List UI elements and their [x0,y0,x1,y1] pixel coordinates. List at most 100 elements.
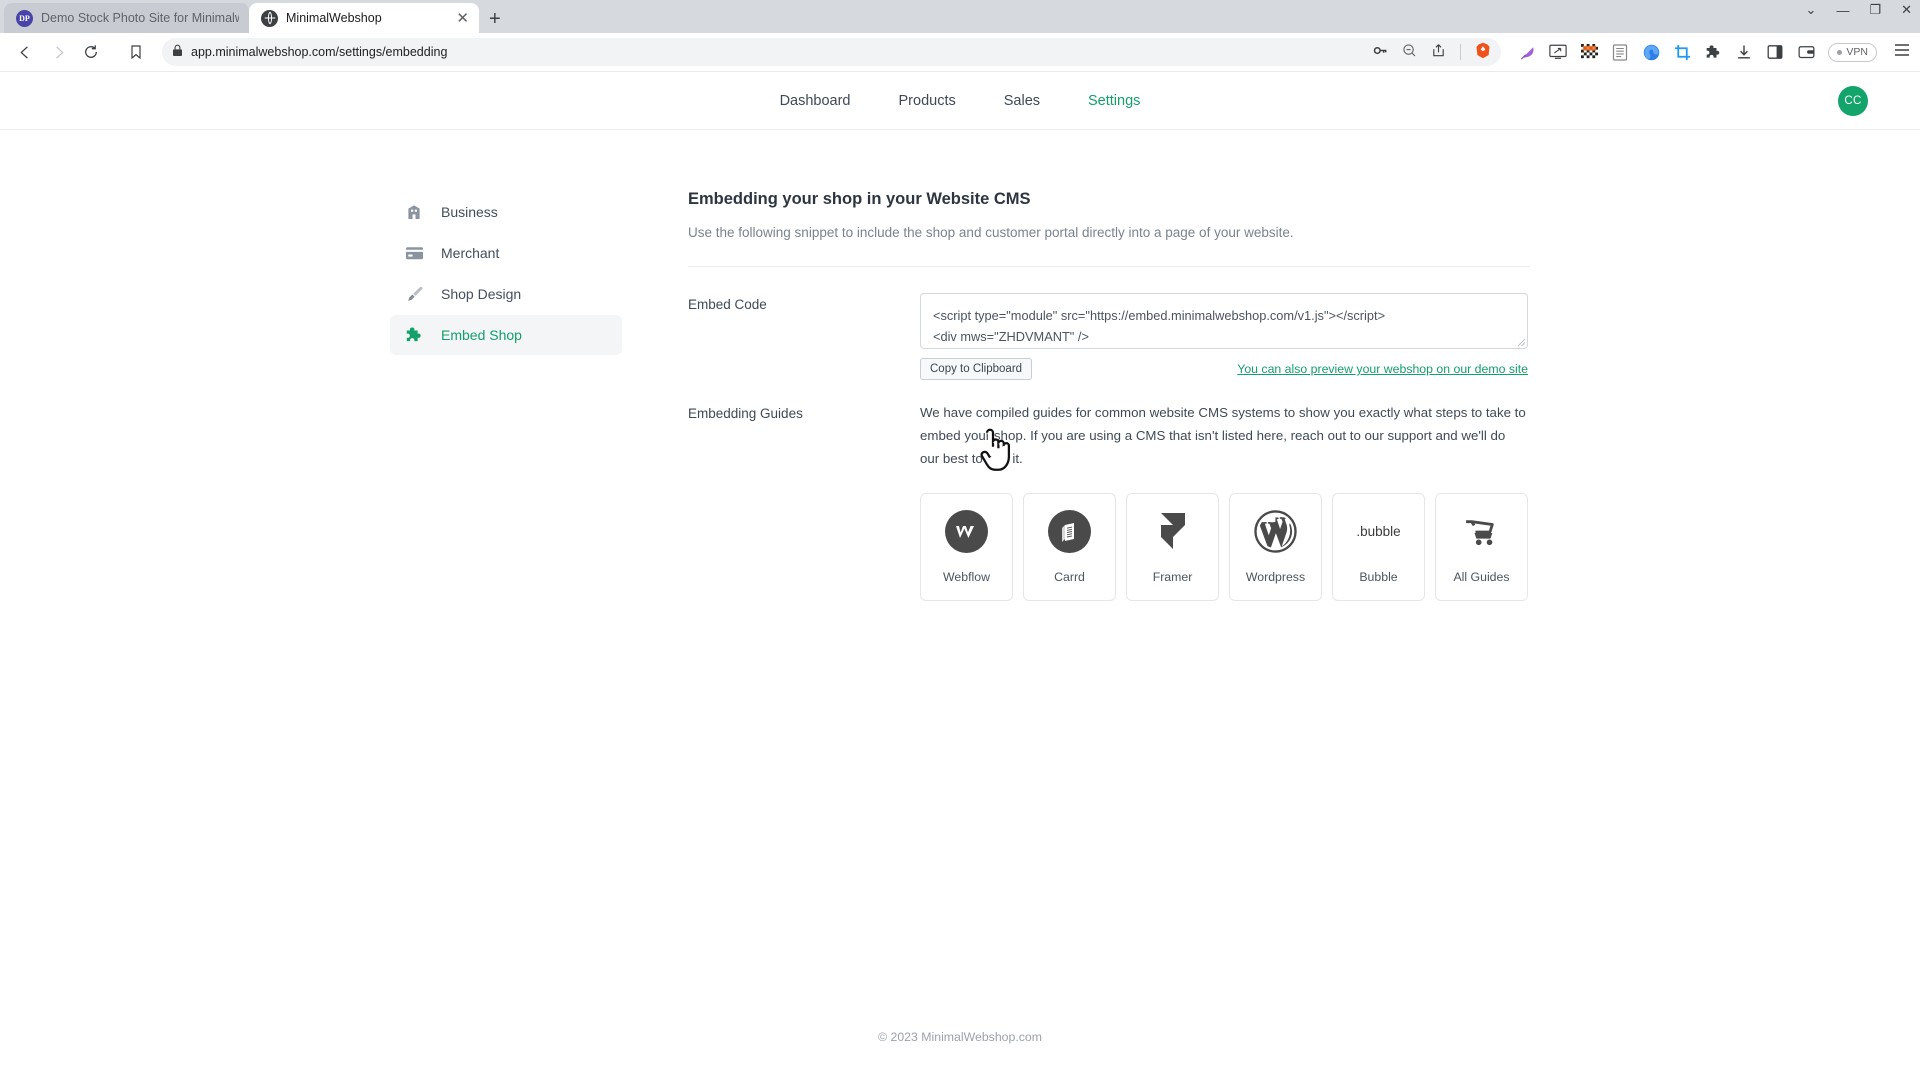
framer-logo-icon [1151,510,1195,554]
guide-card-framer[interactable]: Framer [1126,492,1219,601]
guide-card-bubble[interactable]: .bubble Bubble [1332,492,1425,601]
zoom-out-icon[interactable] [1402,43,1417,61]
credit-card-icon [404,243,424,263]
guide-card-label: All Guides [1453,569,1510,584]
window-close-button[interactable]: ✕ [1901,2,1912,18]
embedding-guides-paragraph: We have compiled guides for common websi… [920,405,1526,466]
screen-icon[interactable] [1549,43,1568,61]
sidebar-item-embed-shop[interactable]: Embed Shop [390,315,622,355]
embed-code-actions: Copy to Clipboard You can also preview y… [920,358,1528,380]
vpn-button[interactable]: VPN [1828,42,1877,62]
guide-card-label: Carrd [1054,569,1085,584]
feather-icon[interactable] [1518,43,1536,61]
sidebar-item-shop-design[interactable]: Shop Design [390,274,622,314]
sidebar-item-label: Business [441,204,498,220]
guide-card-webflow[interactable]: Webflow [920,492,1013,601]
shop-cart-icon [1460,510,1504,554]
browser-tab-active[interactable]: MinimalWebshop ✕ [249,3,479,33]
sidebar-item-business[interactable]: Business [390,192,622,232]
tab-title: MinimalWebshop [286,11,382,25]
globe-icon [261,9,278,27]
guide-card-label: Bubble [1359,569,1398,584]
reload-button[interactable] [76,37,106,67]
embedding-guides-body: We have compiled guides for common websi… [920,402,1528,601]
settings-sidebar: Business Merchant Shop Design Embed Shop [390,190,622,1080]
sidebar-item-label: Merchant [441,245,500,261]
vpn-status-dot [1837,49,1843,55]
blue-swirl-icon[interactable] [1642,43,1660,61]
browser-toolbar: app.minimalwebshop.com/settings/embeddin… [0,33,1920,71]
nav-item-dashboard[interactable]: Dashboard [780,93,851,109]
building-icon [404,202,424,222]
embed-code-body: <script type="module" src="https://embed… [920,293,1528,380]
vpn-label: VPN [1846,46,1868,58]
embed-code-field-wrap: <script type="module" src="https://embed… [920,293,1528,349]
puzzle-piece-icon [404,325,424,345]
lock-icon [172,44,183,60]
embed-code-label: Embed Code [688,297,767,312]
minimize-button[interactable]: — [1836,3,1849,18]
maximize-button[interactable]: ❐ [1869,2,1881,18]
url-text: app.minimalwebshop.com/settings/embeddin… [191,45,448,59]
preview-demo-site-link[interactable]: You can also preview your webshop on our… [1237,362,1528,376]
page-content: Dashboard Products Sales Settings CC Bus… [0,71,1920,1080]
purple-globe-icon: DP [16,9,33,27]
bookmark-icon[interactable] [121,37,151,67]
browser-window: DP Demo Stock Photo Site for Minimalwe M… [0,0,1920,1080]
nav-item-products[interactable]: Products [899,93,956,109]
carrd-logo-icon [1048,510,1092,554]
embedding-guides-row: Embedding Guides We have compiled guides… [688,402,1530,601]
settings-main: Embedding your shop in your Website CMS … [622,190,1530,1080]
paintbrush-icon [404,284,424,304]
guide-card-label: Webflow [943,569,990,584]
embed-code-textarea[interactable]: <script type="module" src="https://embed… [920,293,1528,349]
avatar[interactable]: CC [1838,86,1868,116]
guide-card-label: Framer [1152,569,1193,584]
wordpress-logo-icon [1254,510,1298,554]
browser-tab-inactive[interactable]: DP Demo Stock Photo Site for Minimalwe [4,3,249,33]
reader-icon[interactable] [1611,43,1629,61]
divider [688,266,1530,267]
brave-lion-icon[interactable] [1475,42,1491,62]
download-icon[interactable] [1735,43,1753,61]
app-header: Dashboard Products Sales Settings CC [0,72,1920,130]
extension-icons: VPN [1512,42,1910,62]
page-subtitle: Use the following snippet to include the… [688,225,1294,240]
back-button[interactable] [10,37,40,67]
page-title: Embedding your shop in your Website CMS [688,190,1031,208]
share-icon[interactable] [1431,43,1446,61]
new-tab-button[interactable]: + [489,9,501,29]
guide-card-wordpress[interactable]: Wordpress [1229,492,1322,601]
puzzle-icon[interactable] [1704,43,1722,61]
guide-cards: Webflow Carrd Framer Wordpress .bubble B… [920,492,1528,601]
embed-code-line-1: <script type="module" src="https://embed… [933,308,1386,323]
address-bar-actions [1373,42,1491,62]
guide-card-carrd[interactable]: Carrd [1023,492,1116,601]
copy-to-clipboard-button[interactable]: Copy to Clipboard [920,358,1033,380]
close-icon[interactable]: ✕ [456,11,469,26]
crop-icon[interactable] [1673,43,1691,61]
forward-button[interactable] [43,37,73,67]
sidebar-icon[interactable] [1766,43,1784,61]
embed-code-row: Embed Code <script type="module" src="ht… [688,293,1530,380]
nav-item-sales[interactable]: Sales [1004,93,1040,109]
nav-item-settings[interactable]: Settings [1088,93,1140,109]
main-nav: Dashboard Products Sales Settings [780,93,1141,109]
divider [1460,44,1462,60]
sidebar-item-merchant[interactable]: Merchant [390,233,622,273]
embed-code-line-2: <div mws="ZHDVMANT" /> [933,329,1089,345]
embedding-guides-label: Embedding Guides [688,406,803,421]
wallet-icon[interactable] [1797,43,1815,61]
content-container: Business Merchant Shop Design Embed Shop… [390,190,1530,1080]
key-icon[interactable] [1373,43,1388,61]
guide-card-all-guides[interactable]: All Guides [1435,492,1528,601]
webflow-logo-icon [945,510,989,554]
tab-strip: DP Demo Stock Photo Site for Minimalwe M… [0,0,1920,33]
checker-icon[interactable] [1580,43,1598,61]
address-bar[interactable]: app.minimalwebshop.com/settings/embeddin… [162,38,1502,66]
window-controls: ⌄ — ❐ ✕ [1806,2,1912,18]
body-wrapper: Business Merchant Shop Design Embed Shop… [0,130,1920,1080]
tab-list-icon[interactable]: ⌄ [1806,2,1817,18]
bubble-logo-icon: .bubble [1356,524,1401,540]
hamburger-menu-icon[interactable] [1894,43,1910,61]
